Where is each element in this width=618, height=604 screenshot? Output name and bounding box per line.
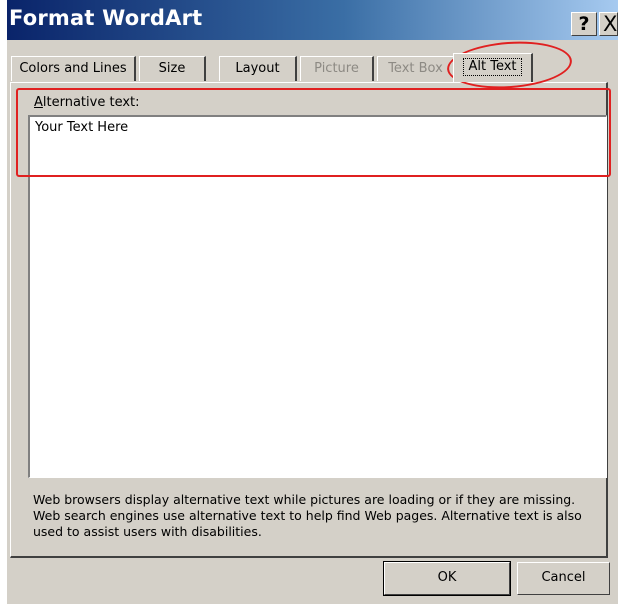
alternative-text-field[interactable]: Your Text Here	[28, 115, 607, 478]
help-description: Web browsers display alternative text wh…	[33, 492, 582, 539]
tab-alt-text[interactable]: Alt Text	[453, 53, 533, 82]
tab-layout[interactable]: Layout	[219, 56, 297, 81]
alternative-text-value: Your Text Here	[35, 120, 129, 135]
alternative-text-label: Alternative text:	[34, 95, 140, 110]
tab-label: Size	[158, 61, 186, 76]
help-icon: ?	[578, 13, 590, 35]
ok-button[interactable]: OK	[383, 561, 511, 596]
close-icon: X	[603, 12, 618, 36]
close-button[interactable]: X	[599, 12, 618, 36]
tab-label: Alt Text	[463, 58, 522, 76]
tab-label: Text Box	[388, 61, 443, 76]
dialog-title: Format WordArt	[9, 6, 203, 30]
tab-picture[interactable]: Picture	[300, 56, 374, 81]
tab-label: Layout	[235, 61, 280, 76]
tab-label: Picture	[314, 61, 359, 76]
cancel-button[interactable]: Cancel	[517, 562, 610, 595]
title-bar[interactable]: Format WordArt ? X	[7, 0, 618, 40]
label-text: lternative text:	[42, 95, 140, 110]
tab-label: Colors and Lines	[19, 61, 127, 76]
help-button[interactable]: ?	[571, 12, 597, 36]
label-mnemonic: A	[34, 95, 43, 110]
tab-text-box[interactable]: Text Box	[377, 56, 455, 81]
tab-colors-and-lines[interactable]: Colors and Lines	[11, 56, 136, 81]
tab-size[interactable]: Size	[139, 56, 206, 81]
